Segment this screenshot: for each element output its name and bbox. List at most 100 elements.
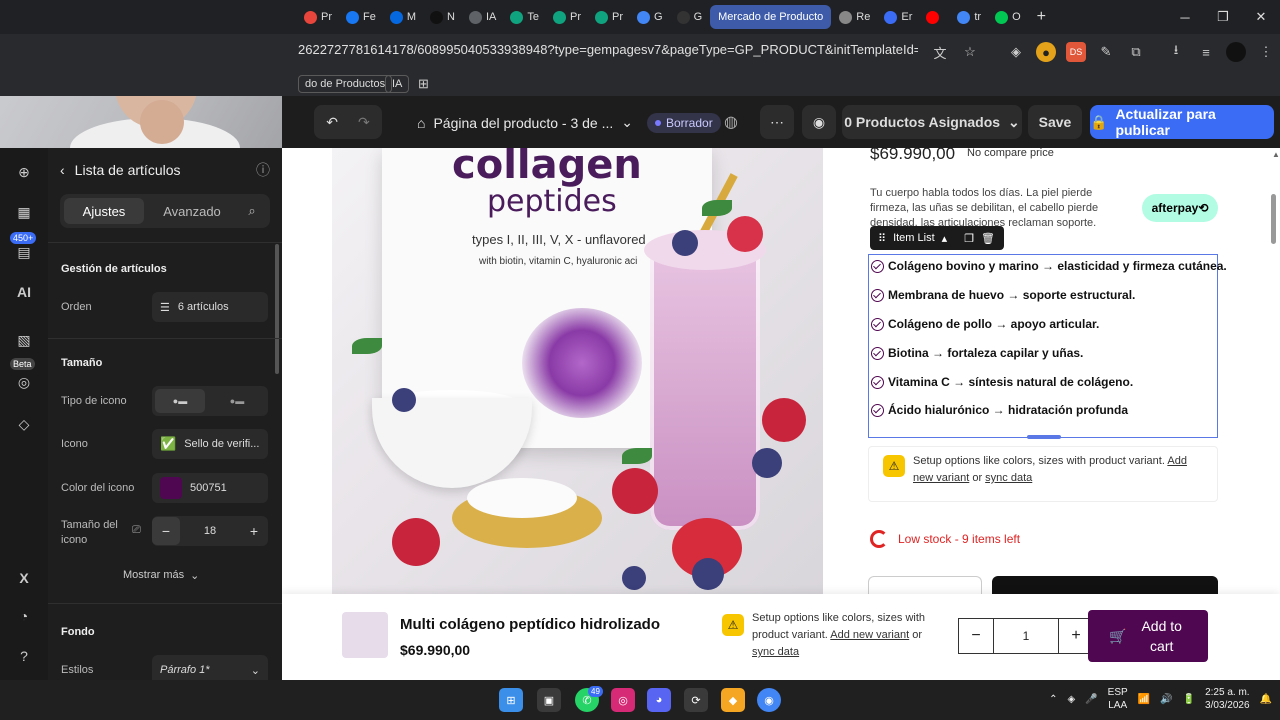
more-options-button[interactable]: ⋯ — [760, 105, 794, 139]
increment-button[interactable]: + — [240, 523, 268, 539]
layers-icon[interactable]: ◇ — [12, 412, 36, 436]
close-window-icon[interactable]: ✕ — [1242, 0, 1280, 34]
browser-tab[interactable]: Er — [878, 5, 918, 29]
menu-icon[interactable]: ⋮ — [1256, 42, 1276, 62]
icon-size-value[interactable]: 18 — [180, 525, 240, 537]
browser-tab[interactable]: IA — [463, 5, 502, 29]
help-icon[interactable]: ? — [12, 644, 36, 668]
notifications-icon[interactable]: 🔔 — [1260, 694, 1272, 705]
color-swatch[interactable] — [160, 477, 182, 499]
defender-icon[interactable]: ◈ — [1068, 694, 1076, 705]
restore-icon[interactable]: ❐ — [1204, 0, 1242, 34]
browser-tab[interactable]: Mercado de Producto — [710, 5, 832, 29]
start-icon[interactable]: ⊞ — [499, 688, 523, 712]
templates-icon[interactable]: ▤ — [12, 240, 36, 264]
store-icon[interactable]: ▣ — [537, 688, 561, 712]
minimize-icon[interactable]: ─ — [1166, 0, 1204, 34]
save-button[interactable]: Save — [1028, 105, 1082, 139]
back-arrow-icon[interactable]: ‹ — [60, 162, 65, 178]
show-more-button[interactable]: Mostrar más ⌄ — [123, 569, 199, 582]
ai-icon[interactable]: AI — [12, 280, 36, 304]
bookmark-ia[interactable]: IA — [385, 75, 410, 93]
browser-tab[interactable]: Pr — [547, 5, 587, 29]
browser-tab[interactable]: M — [384, 5, 422, 29]
app-icon[interactable]: ⟳ — [684, 688, 708, 712]
quantity-field-partial[interactable] — [868, 576, 982, 596]
list-item[interactable]: Membrana de huevo → soporte estructural. — [871, 288, 1135, 302]
browser-tab[interactable]: G — [671, 5, 709, 29]
item-list[interactable]: Colágeno bovino y marino → elasticidad y… — [868, 254, 1227, 439]
drag-handle-icon[interactable]: ⠿ — [878, 232, 886, 245]
extension-icon[interactable]: ◈ — [1006, 42, 1026, 62]
icon-picker[interactable]: ✅ Sello de verifi... — [152, 429, 268, 459]
bookmark-productos[interactable]: do de Productos — [298, 75, 393, 93]
bookmark-star-icon[interactable]: ☆ — [960, 42, 980, 62]
resize-handle[interactable] — [1027, 435, 1061, 439]
product-image[interactable]: collagen peptides types I, II, III, V, X… — [332, 148, 823, 594]
sync-data-link[interactable]: sync data — [985, 472, 1032, 484]
caret-up-icon[interactable]: ▴ — [942, 232, 948, 245]
search-icon[interactable]: ⌕ — [238, 198, 266, 224]
clock[interactable]: 2:25 a. m. 3/03/2026 — [1205, 686, 1250, 712]
mic-icon[interactable]: 🎤 — [1085, 694, 1097, 705]
browser-tab[interactable] — [920, 5, 949, 29]
list-item[interactable]: Colágeno bovino y marino → elasticidad y… — [871, 259, 1227, 273]
browser-tab[interactable]: Te — [504, 5, 545, 29]
add-element-icon[interactable]: ⊕ — [12, 160, 36, 184]
translate-icon[interactable]: 文 — [930, 42, 950, 62]
profile-avatar[interactable] — [1226, 42, 1246, 62]
extension-icon[interactable]: ● — [1036, 42, 1056, 62]
sync-data-link[interactable]: sync data — [752, 646, 799, 658]
browser-tab[interactable]: O — [989, 5, 1027, 29]
duplicate-icon[interactable]: ❐ — [964, 232, 974, 245]
icon-color-picker[interactable]: 500751 — [152, 473, 268, 503]
list-item[interactable]: Colágeno de pollo → apoyo articular. — [871, 317, 1099, 331]
x-logo-icon[interactable]: X — [12, 566, 36, 590]
list-item[interactable]: Ácido hialurónico → hidratación profunda — [871, 403, 1128, 417]
canvas-scrollbar[interactable] — [1271, 194, 1276, 244]
quantity-value[interactable]: 1 — [993, 619, 1059, 653]
add-new-variant-link[interactable]: Add new variant — [830, 629, 909, 641]
publish-button[interactable]: 🔒 Actualizar para publicar — [1090, 105, 1274, 139]
wifi-icon[interactable]: 📶 — [1138, 694, 1150, 705]
order-control[interactable]: ☰ 6 artículos — [152, 292, 268, 322]
tab-avanzado[interactable]: Avanzado — [152, 198, 232, 224]
assigned-products-dropdown[interactable]: 0 Productos Asignados ⌄ — [842, 105, 1022, 139]
download-icon[interactable]: ⭳ — [1166, 42, 1186, 62]
device-icon[interactable]: ⎚ — [132, 524, 141, 537]
theme-icon[interactable]: ◎ — [12, 370, 36, 394]
puzzle-icon[interactable]: ⧉ — [1126, 42, 1146, 62]
app-icon[interactable]: ◆ — [721, 688, 745, 712]
speed-icon[interactable]: ◔ — [12, 604, 36, 628]
preview-eye-button[interactable]: ◉ — [802, 105, 836, 139]
browser-tab[interactable]: tr — [951, 5, 987, 29]
browser-tab[interactable]: Pr — [589, 5, 629, 29]
product-description[interactable]: Tu cuerpo habla todos los días. La piel … — [870, 186, 1132, 231]
chevron-up-icon[interactable]: ⌃ — [1049, 694, 1057, 705]
pages-icon[interactable]: ▧ — [12, 328, 36, 352]
decrement-button[interactable]: − — [152, 517, 180, 545]
media-icon[interactable]: ≡ — [1196, 42, 1216, 62]
icon-type-list-option[interactable]: ●▬ — [155, 389, 205, 413]
add-to-cart-partial[interactable] — [992, 576, 1218, 596]
item-list-label[interactable]: Item List — [893, 232, 935, 244]
add-to-cart-button[interactable]: 🛒 Add to cart — [1088, 610, 1208, 662]
redo-icon[interactable]: ↷ — [358, 114, 370, 131]
scroll-up-icon[interactable]: ▲ — [1272, 150, 1280, 159]
browser-tab[interactable]: Re — [833, 5, 876, 29]
list-item[interactable]: Biotina → fortaleza capilar y uñas. — [871, 346, 1083, 360]
eyedropper-icon[interactable]: ✎ — [1096, 42, 1116, 62]
chrome-icon[interactable]: ◉ — [757, 688, 781, 712]
browser-tab[interactable]: Pr — [298, 5, 338, 29]
icon-type-inline-option[interactable]: ●▬ — [212, 389, 262, 413]
browser-tab[interactable]: G — [631, 5, 669, 29]
tab-ajustes[interactable]: Ajustes — [64, 198, 144, 224]
instagram-icon[interactable]: ◎ — [611, 688, 635, 712]
new-tab-icon[interactable]: + — [1037, 8, 1046, 26]
list-item[interactable]: Vitamina C → síntesis natural de colágen… — [871, 375, 1133, 389]
decrement-button[interactable]: − — [959, 619, 993, 653]
globe-icon[interactable]: ◍ — [724, 112, 738, 132]
discord-icon[interactable]: ◕ — [647, 688, 671, 712]
apps-grid-icon[interactable]: ⊞ — [418, 76, 429, 92]
battery-icon[interactable]: 🔋 — [1183, 694, 1195, 705]
